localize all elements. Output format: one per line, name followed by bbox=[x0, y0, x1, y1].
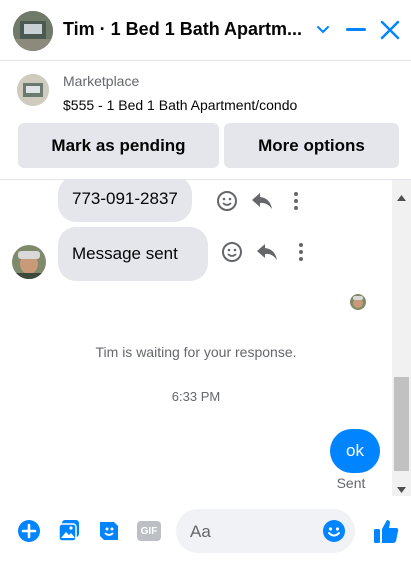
photo-icon[interactable] bbox=[56, 518, 82, 544]
contact-avatar[interactable] bbox=[13, 11, 53, 51]
gif-icon[interactable]: GIF bbox=[136, 518, 162, 544]
message-input-wrapper bbox=[176, 509, 355, 553]
contact-avatar[interactable] bbox=[12, 245, 46, 279]
thread-scrollbar[interactable] bbox=[392, 180, 411, 496]
sticker-icon[interactable] bbox=[96, 518, 122, 544]
like-icon[interactable] bbox=[371, 516, 401, 546]
message-text: ok bbox=[346, 441, 364, 460]
message-text: 773-091-2837 bbox=[72, 189, 178, 208]
scroll-down-arrow[interactable] bbox=[397, 480, 406, 498]
message-thread: 773-091-2837 Message sent Tim is waiting… bbox=[0, 180, 392, 496]
more-icon[interactable] bbox=[284, 189, 308, 213]
listing-title[interactable]: $555 - 1 Bed 1 Bath Apartment/condo bbox=[63, 97, 297, 113]
message-text: Message sent bbox=[72, 244, 178, 263]
emoji-react-icon[interactable] bbox=[215, 189, 239, 213]
waiting-notice: Tim is waiting for your response. bbox=[95, 344, 297, 360]
read-receipt-avatar bbox=[350, 294, 366, 310]
emoji-react-icon[interactable] bbox=[220, 240, 244, 264]
outgoing-message-bubble[interactable]: ok bbox=[330, 429, 380, 473]
scrollbar-thumb[interactable] bbox=[394, 377, 409, 471]
chat-header: Tim · 1 Bed 1 Bath Apartm... bbox=[0, 0, 411, 61]
message-timestamp: 6:33 PM bbox=[171, 389, 221, 404]
scroll-up-arrow[interactable] bbox=[397, 188, 406, 206]
more-options-button[interactable]: More options bbox=[224, 123, 399, 168]
close-icon[interactable] bbox=[375, 14, 405, 46]
message-bubble[interactable]: 773-091-2837 bbox=[58, 180, 192, 222]
listing-thumbnail[interactable] bbox=[17, 74, 49, 106]
listing-source: Marketplace bbox=[63, 73, 140, 89]
message-status: Sent bbox=[336, 475, 366, 491]
chevron-down-icon[interactable] bbox=[308, 14, 338, 46]
reply-icon[interactable] bbox=[255, 240, 279, 264]
reply-icon[interactable] bbox=[250, 189, 274, 213]
message-input[interactable] bbox=[188, 519, 312, 545]
message-bubble[interactable]: Message sent bbox=[58, 227, 208, 281]
chat-title[interactable]: Tim · 1 Bed 1 Bath Apartm... bbox=[63, 19, 303, 40]
listing-card: Marketplace $555 - 1 Bed 1 Bath Apartmen… bbox=[0, 61, 411, 180]
gif-label: GIF bbox=[137, 521, 161, 541]
minimize-icon[interactable] bbox=[341, 14, 371, 46]
more-icon[interactable] bbox=[289, 240, 313, 264]
add-icon[interactable] bbox=[16, 518, 42, 544]
emoji-icon[interactable] bbox=[322, 519, 346, 543]
mark-as-pending-button[interactable]: Mark as pending bbox=[18, 123, 219, 168]
